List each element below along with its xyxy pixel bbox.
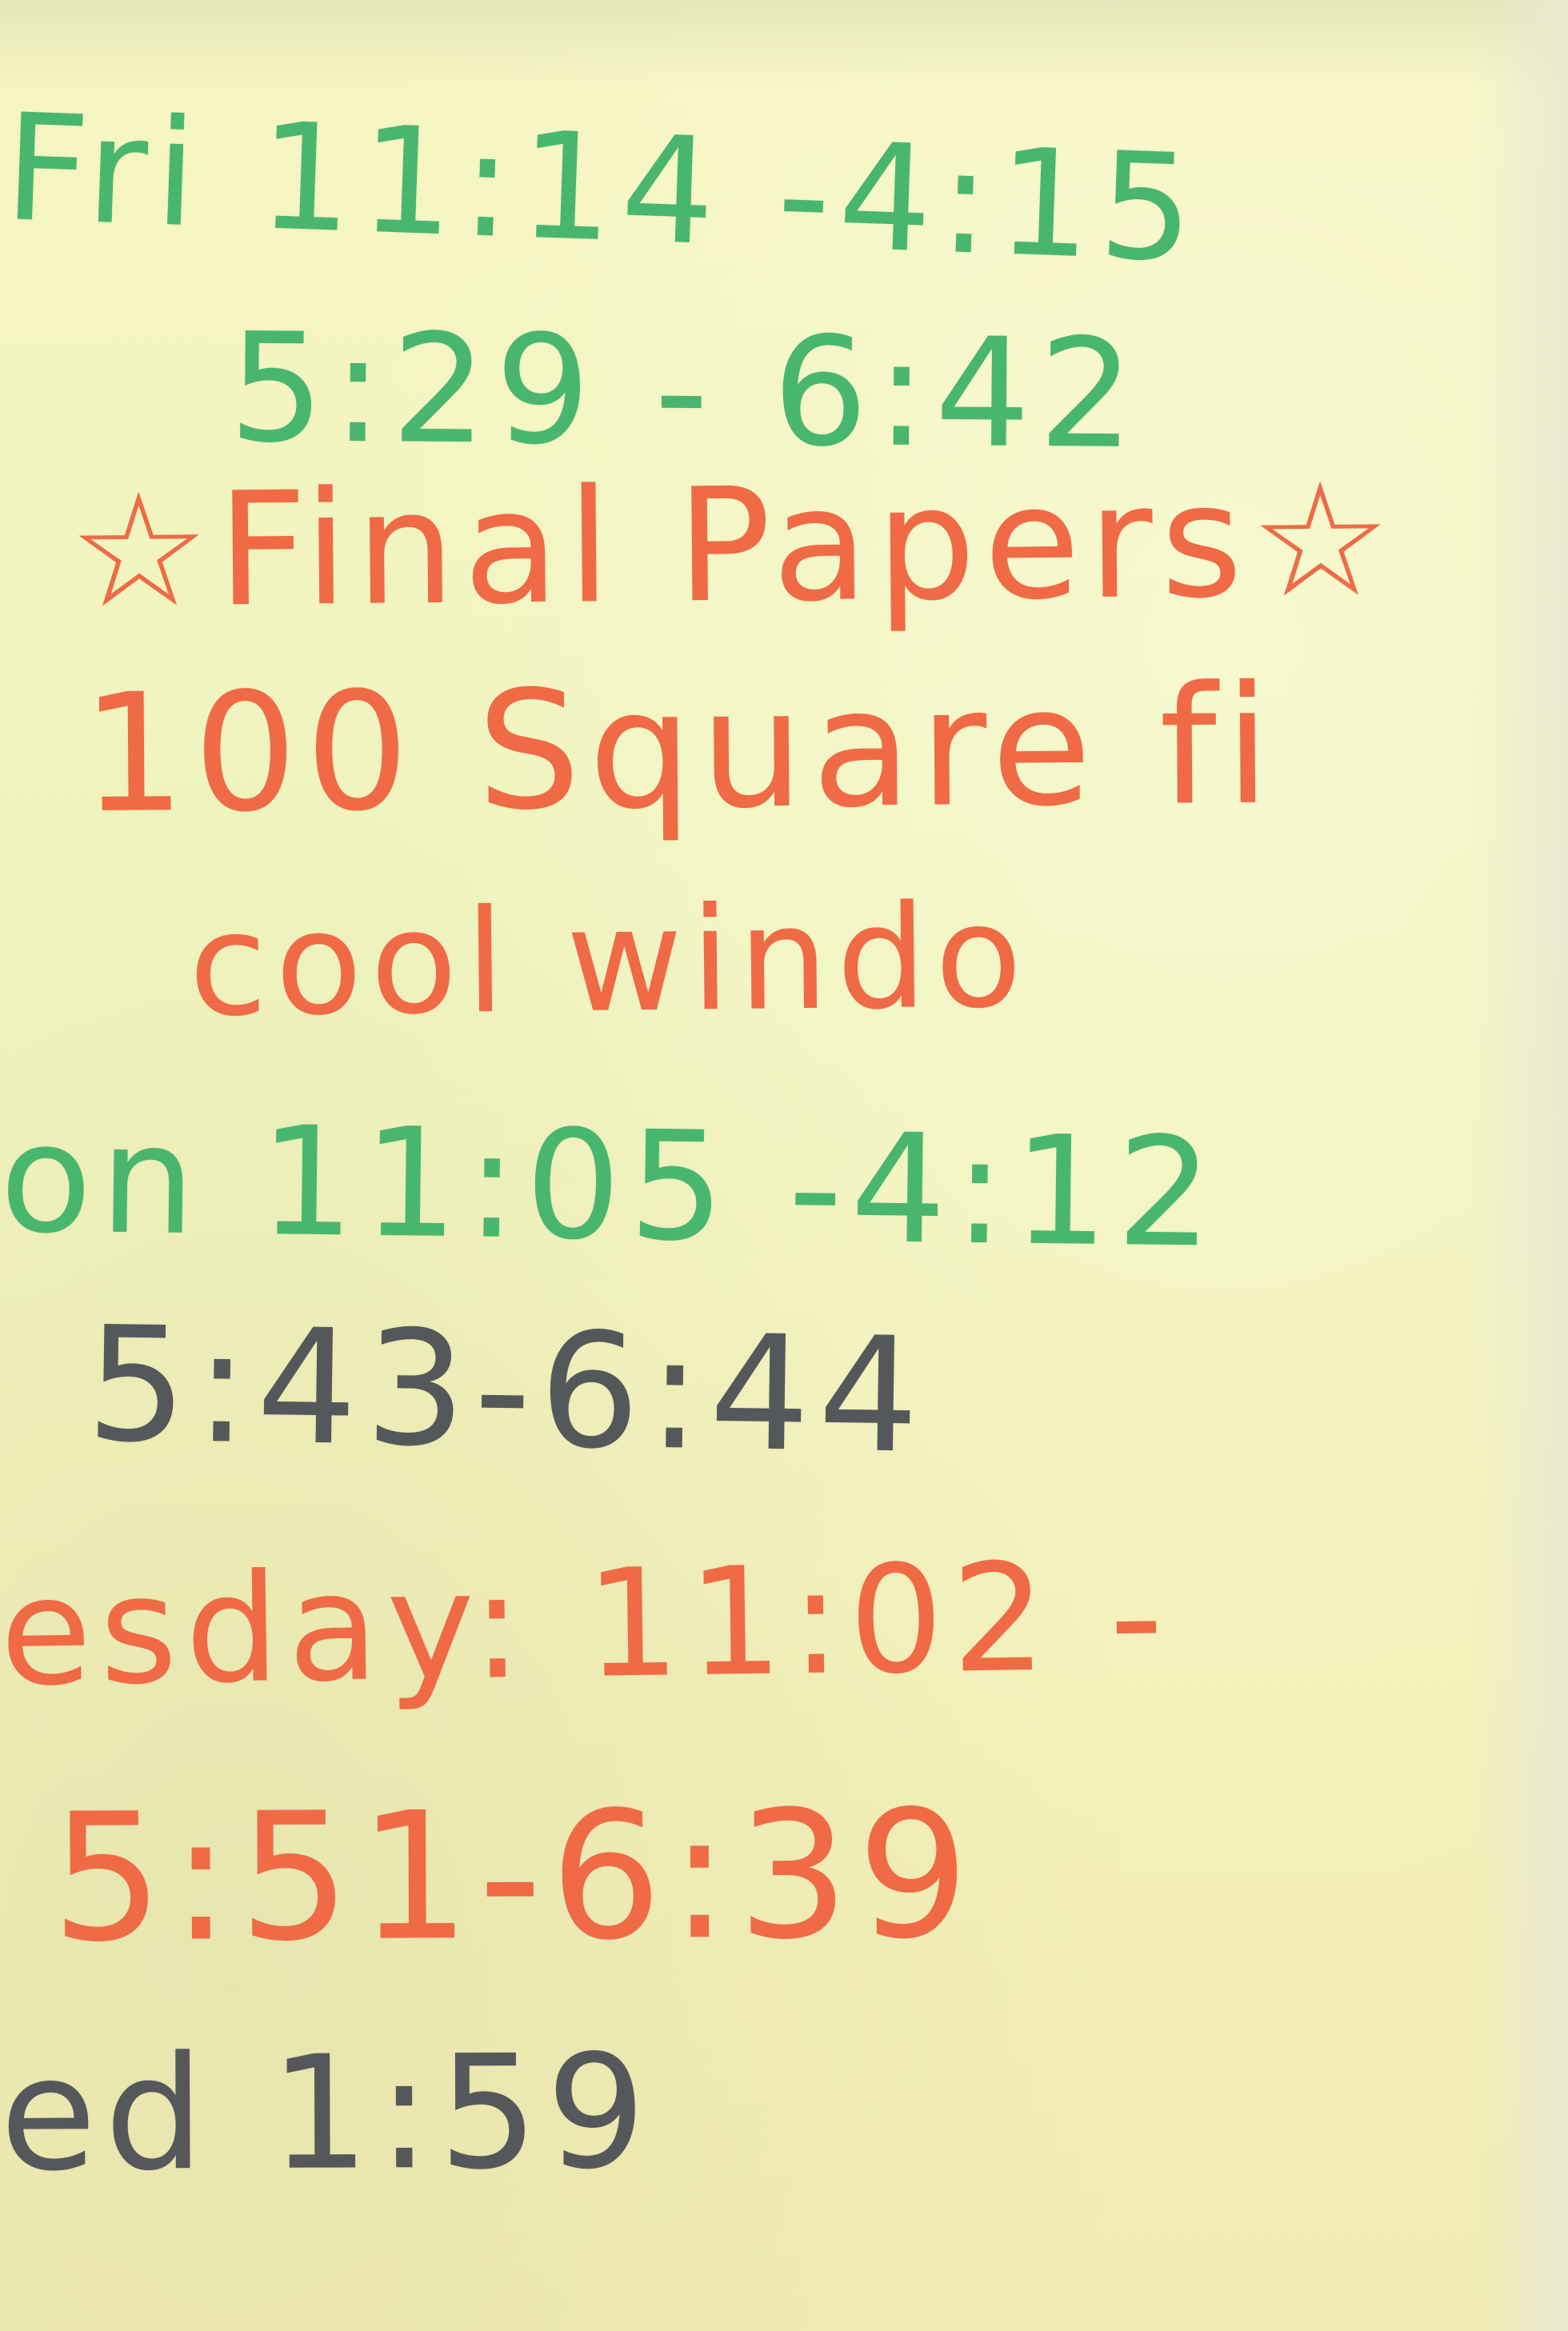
handwritten-line-7: 5:43-6:44 xyxy=(85,1292,929,1489)
handwritten-line-5: cool windo xyxy=(187,873,1031,1048)
handwritten-line-6: on 11:05 -4:12 xyxy=(0,1091,1222,1281)
handwritten-line-1: Fri 11:14 -4:15 xyxy=(2,82,1204,296)
handwritten-line-2: 5:29 - 6:42 xyxy=(228,301,1143,482)
handwritten-line-8: esday: 11:02 - xyxy=(0,1529,1173,1719)
handwritten-line-4: 100 Square fi xyxy=(81,651,1279,850)
handwritten-line-3: ☆Final Papers☆ xyxy=(68,449,1400,643)
handwritten-line-10: ed 1:59 xyxy=(0,2021,654,2206)
handwritten-line-9: 5:51-6:39 xyxy=(50,1772,978,1981)
top-shadow xyxy=(0,0,1568,88)
right-edge-highlight xyxy=(1472,0,1568,2331)
